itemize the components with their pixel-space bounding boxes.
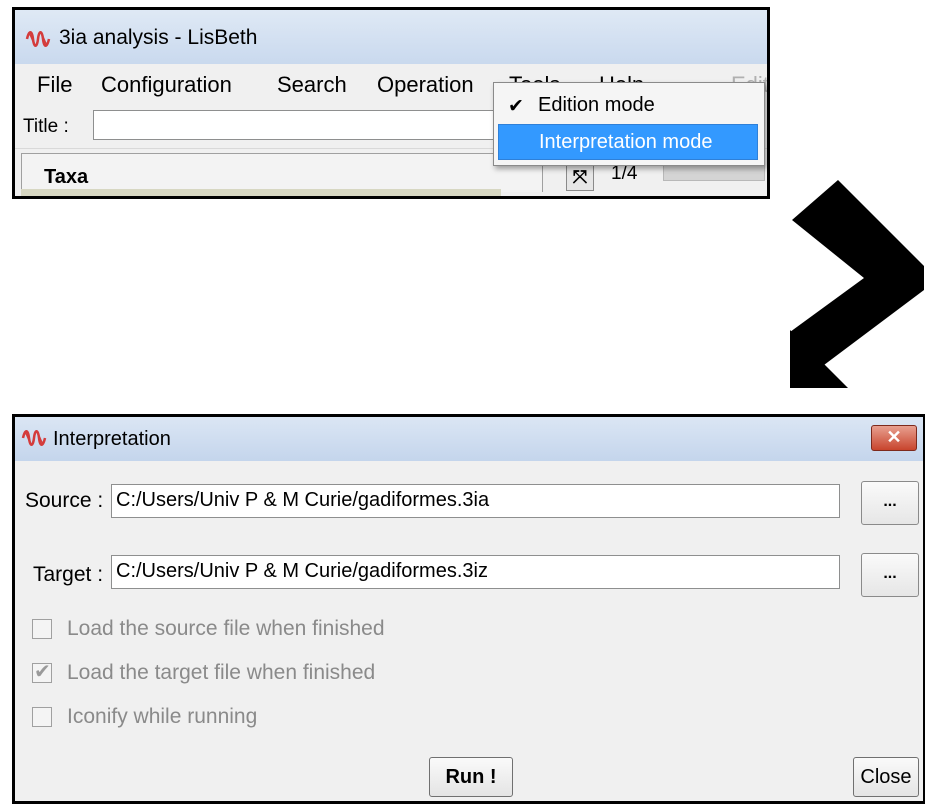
transition-arrow-icon [790,180,924,388]
load-target-label: Load the target file when finished [67,661,376,684]
menu-configuration[interactable]: Configuration [101,72,232,98]
source-label: Source : [25,489,104,512]
target-input[interactable]: C:/Users/Univ P & M Curie/gadiformes.3iz [111,555,840,589]
dialog-title-bar: Interpretation ✕ [15,417,923,461]
target-browse-button[interactable]: ... [861,553,919,597]
load-target-checkbox[interactable]: ✔ [32,661,52,683]
expand-icon[interactable]: ⤧ [566,163,594,191]
menu-item-interpretation-mode[interactable]: Interpretation mode [498,124,758,160]
iconify-label: Iconify while running [67,705,258,728]
checkmark-icon: ✔ [34,661,51,683]
mode-dropdown: ✔ Edition mode Interpretation mode [493,82,765,166]
title-field-label: Title : [23,116,69,137]
iconify-checkbox[interactable] [32,707,52,727]
navigation-slider[interactable] [663,165,765,181]
taxa-list-top [21,189,501,196]
close-icon[interactable]: ✕ [871,425,917,451]
run-button[interactable]: Run ! [429,757,513,797]
close-button[interactable]: Close [853,757,919,797]
page-counter: 1/4 [611,163,638,184]
menu-file[interactable]: File [37,72,72,98]
app-logo-icon [21,430,47,446]
load-source-checkbox[interactable] [32,619,52,639]
menu-operation[interactable]: Operation [377,72,474,98]
menu-item-label: Interpretation mode [539,131,713,153]
checkmark-icon: ✔ [508,96,524,117]
title-bar: 3ia analysis - LisBeth [15,10,767,64]
load-source-label: Load the source file when finished [67,617,385,640]
main-window: 3ia analysis - LisBeth File Configuratio… [12,7,770,199]
menu-item-edition-mode[interactable]: ✔ Edition mode [498,88,758,124]
dialog-title: Interpretation [53,428,171,450]
menu-search[interactable]: Search [277,72,347,98]
source-input[interactable]: C:/Users/Univ P & M Curie/gadiformes.3ia [111,484,840,518]
interpretation-dialog: Interpretation ✕ Source : C:/Users/Univ … [12,414,925,804]
taxa-header-label: Taxa [44,166,89,188]
window-title: 3ia analysis - LisBeth [59,26,258,49]
source-browse-button[interactable]: ... [861,481,919,525]
app-logo-icon [25,31,51,47]
taxa-column-header[interactable]: Taxa [21,153,543,192]
menu-item-label: Edition mode [538,94,655,116]
target-label: Target : [33,563,104,586]
